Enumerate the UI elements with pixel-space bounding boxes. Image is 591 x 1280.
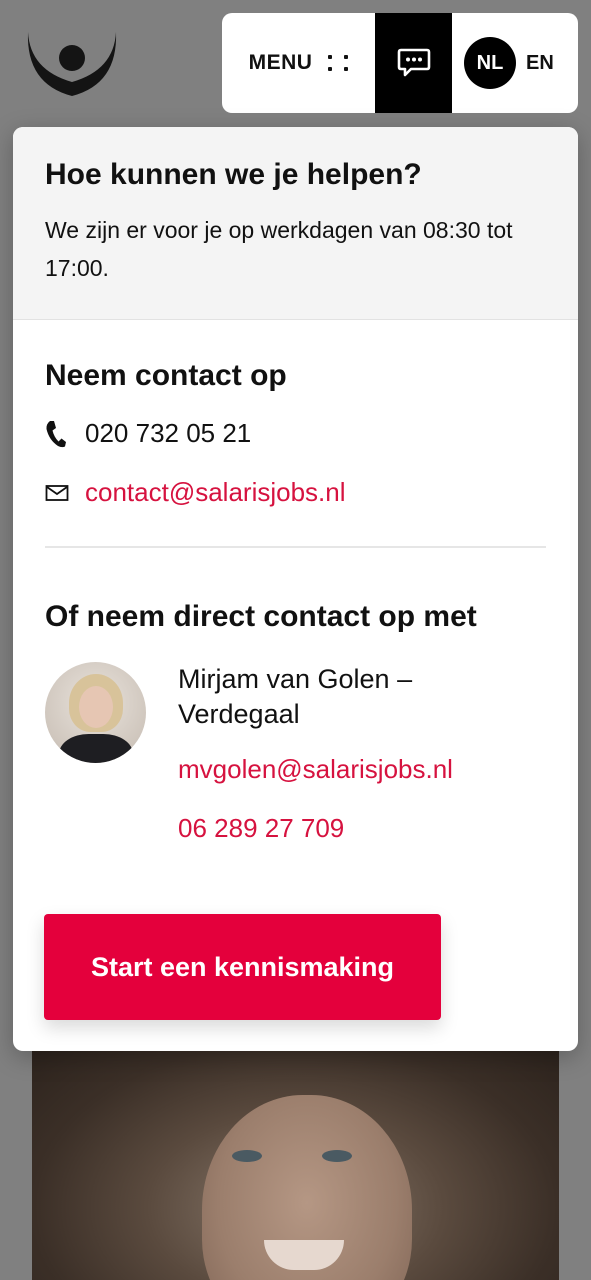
- panel-header: Hoe kunnen we je helpen? We zijn er voor…: [13, 127, 578, 320]
- person-name: Mirjam van Golen – Verdegaal: [178, 664, 413, 729]
- mail-icon: [45, 484, 85, 502]
- email-row[interactable]: contact@salarisjobs.nl: [45, 477, 546, 508]
- grid-dots-icon: [328, 55, 349, 71]
- top-navigation: MENU NL EN: [222, 13, 578, 113]
- hero-photo: [32, 1040, 559, 1280]
- lang-nl-button[interactable]: NL: [464, 37, 516, 89]
- menu-label: MENU: [248, 51, 313, 74]
- phone-icon: [45, 420, 85, 448]
- chat-button[interactable]: [375, 13, 452, 113]
- language-switcher: NL EN: [452, 13, 578, 113]
- avatar: [45, 662, 146, 763]
- contact-person: Mirjam van Golen – Verdegaal mvgolen@sal…: [13, 662, 578, 844]
- chat-bubble-icon: [397, 48, 430, 77]
- start-kennismaking-button[interactable]: Start een kennismaking: [44, 914, 441, 1020]
- contact-email-link[interactable]: contact@salarisjobs.nl: [85, 477, 346, 508]
- person-info: Mirjam van Golen – Verdegaal mvgolen@sal…: [178, 662, 468, 844]
- opening-hours-text: We zijn er voor je op werkdagen van 08:3…: [45, 217, 513, 281]
- contact-section: Neem contact op 020 732 05 21 contact@sa…: [13, 358, 578, 508]
- contact-panel: Hoe kunnen we je helpen? We zijn er voor…: [13, 127, 578, 1051]
- lang-en-button[interactable]: EN: [526, 52, 554, 75]
- panel-title: Hoe kunnen we je helpen?: [45, 158, 422, 191]
- direct-contact-title: Of neem direct contact op met: [45, 600, 477, 633]
- menu-button[interactable]: MENU: [222, 13, 375, 113]
- site-logo[interactable]: [22, 24, 122, 100]
- contact-section-title: Neem contact op: [45, 359, 287, 392]
- person-email-link[interactable]: mvgolen@salarisjobs.nl: [178, 754, 468, 785]
- divider: [45, 546, 546, 548]
- phone-number[interactable]: 020 732 05 21: [85, 418, 251, 449]
- person-phone-link[interactable]: 06 289 27 709: [178, 813, 468, 844]
- phone-row[interactable]: 020 732 05 21: [45, 418, 546, 449]
